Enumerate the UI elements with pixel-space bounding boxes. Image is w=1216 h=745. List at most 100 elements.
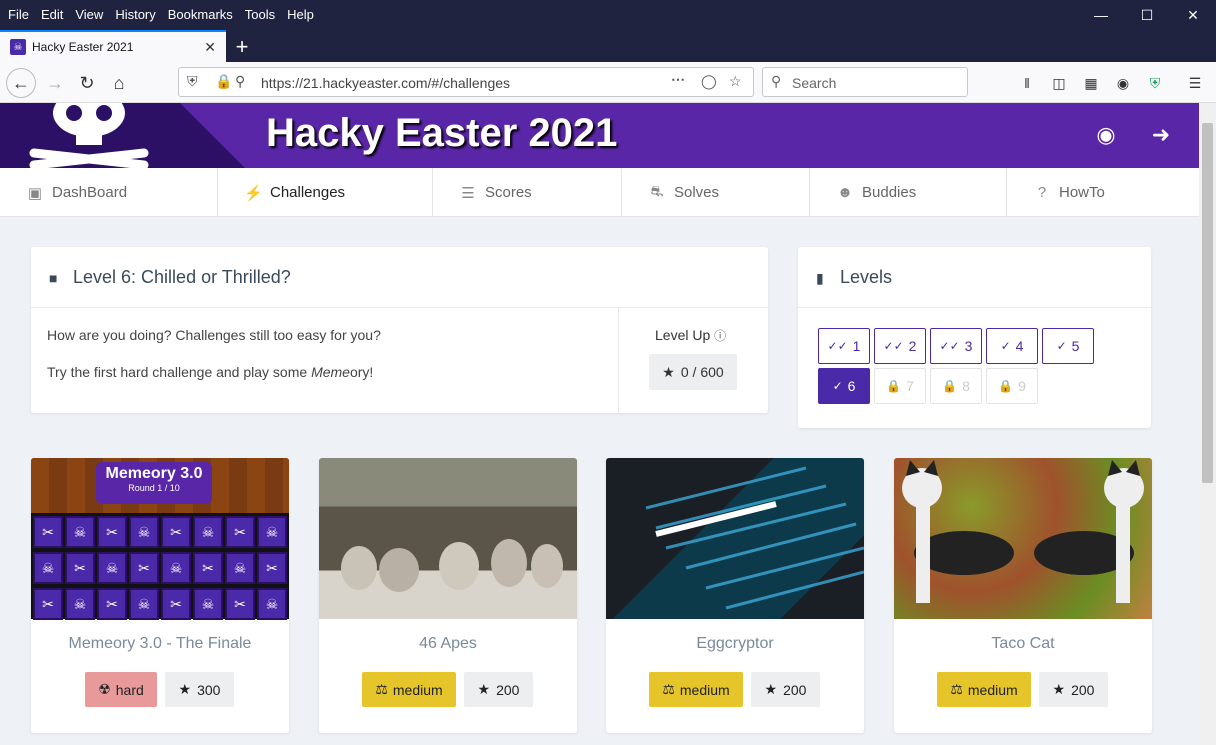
level-button-6[interactable]: ✓ 6	[818, 368, 870, 404]
points-badge: ★ 200	[751, 672, 820, 707]
menu-history[interactable]: History	[109, 4, 161, 26]
level-button-2[interactable]: ✓✓ 2	[874, 328, 926, 364]
nav-scores[interactable]: ☰ Scores	[433, 168, 622, 217]
maximize-button[interactable]: ☐	[1124, 0, 1170, 30]
bookmark-star-icon[interactable]: ☆	[729, 73, 742, 90]
info-icon[interactable]: ⓘ	[714, 329, 726, 343]
levels-card: ▮ Levels ✓✓ 1 ✓✓ 2 ✓✓ 3 ✓ 4 ✓ 5 ✓ 6 🔒 7 🔒 8 🔒 9	[798, 247, 1151, 428]
menu-help[interactable]: Help	[281, 4, 320, 26]
star-icon: ★	[764, 681, 778, 697]
close-tab-icon[interactable]: ✕	[204, 39, 216, 56]
nav-buddies[interactable]: ☻ Buddies	[810, 168, 1007, 217]
challenge-card[interactable]: Memeory 3.0 Round 1 / 10 ✂ ☠ ✂ ☠ ✂ ☠ ✂ ☠ ☠ ✂ ☠ ✂ ☠ ✂ ☠…	[31, 458, 289, 733]
menu-bookmarks[interactable]: Bookmarks	[162, 4, 239, 26]
memeory-tile: ☠	[257, 588, 287, 620]
url-bar[interactable]: ⛨ 🔒 ⚲ https://21.hackyeaster.com/#/chall…	[178, 67, 754, 97]
memeory-tile: ✂	[257, 552, 287, 584]
memeory-tile-grid: ✂ ☠ ✂ ☠ ✂ ☠ ✂ ☠ ☠ ✂ ☠ ✂ ☠ ✂ ☠ ✂ ✂ ☠ ✂ ☠ ✂ ☠ ✂ ☠	[31, 513, 289, 620]
minimize-button[interactable]: —	[1078, 0, 1124, 30]
apes-illustration	[341, 539, 563, 592]
browser-tab[interactable]: ☠ Hacky Easter 2021 ✕	[0, 30, 226, 62]
nav-howto-label: HowTo	[1059, 184, 1105, 201]
trophy-icon: ⛐	[650, 183, 664, 200]
difficulty-label: medium	[392, 681, 443, 698]
challenge-name: Eggcryptor	[696, 635, 774, 652]
difficulty-label: medium	[967, 681, 1018, 698]
pocket-icon[interactable]: ◯	[701, 73, 717, 90]
memeory-tile: ☠	[129, 588, 159, 620]
memeory-tile: ✂	[129, 552, 159, 584]
menu-file[interactable]: File	[0, 4, 35, 26]
memeory-tile: ✂	[33, 516, 63, 548]
level-button-5[interactable]: ✓ 5	[1042, 328, 1094, 364]
page-actions-icon[interactable]: ⋯	[671, 71, 685, 88]
site-banner: Hacky Easter 2021 ◉ ➜	[0, 103, 1199, 168]
level-card-divider	[618, 308, 619, 413]
memeory-logo: Memeory 3.0 Round 1 / 10	[96, 462, 212, 504]
points-label: 200	[1071, 681, 1095, 698]
banner-title: Hacky Easter 2021	[266, 111, 618, 155]
new-tab-icon[interactable]: +	[232, 34, 252, 60]
level-number: 1	[852, 338, 861, 354]
extension-shield-icon[interactable]: ⛨	[1144, 72, 1166, 94]
levelup-label-text: Level Up	[655, 327, 711, 343]
discord-icon[interactable]: ◉	[1092, 121, 1120, 149]
level-title: Level 6: Chilled or Thrilled?	[73, 266, 291, 287]
reload-icon[interactable]: ↻	[72, 68, 102, 98]
logout-icon[interactable]: ➜	[1147, 121, 1175, 149]
nav-challenges[interactable]: ⚡ Challenges	[218, 168, 433, 217]
nav-solves[interactable]: ⛐ Solves	[622, 168, 810, 217]
menu-edit[interactable]: Edit	[35, 4, 69, 26]
memeory-tile: ✂	[225, 516, 255, 548]
users-icon: ☻	[837, 184, 853, 201]
levels-title: Levels	[840, 266, 893, 287]
nav-howto[interactable]: ? HowTo	[1007, 168, 1199, 217]
points-badge: ★ 300	[165, 672, 234, 707]
difficulty-label: medium	[679, 681, 730, 698]
double-check-icon: ✓✓	[883, 339, 904, 353]
challenge-card[interactable]: Taco Cat ⚖ medium ★ 200	[894, 458, 1152, 733]
shield-icon[interactable]: ⛨	[187, 73, 198, 90]
memeory-image: Memeory 3.0 Round 1 / 10 ✂ ☠ ✂ ☠ ✂ ☠ ✂ ☠ ☠ ✂ ☠ ✂ ☠ ✂ ☠…	[31, 458, 289, 620]
containers-icon[interactable]: ▦	[1080, 72, 1102, 94]
level-button-1[interactable]: ✓✓ 1	[818, 328, 870, 364]
search-placeholder: Search	[792, 75, 837, 91]
scrollbar-thumb[interactable]	[1202, 123, 1213, 483]
challenge-card[interactable]: 46 Apes ⚖ medium ★ 200	[319, 458, 577, 733]
key-icon[interactable]: ⚲	[235, 73, 245, 90]
challenge-card[interactable]: Eggcryptor ⚖ medium ★ 200	[606, 458, 864, 733]
hamburger-menu-icon[interactable]: ☰	[1184, 72, 1206, 94]
memeory-tile: ✂	[97, 516, 127, 548]
check-icon: ✓	[1000, 339, 1011, 353]
balance-icon: ⚖	[662, 681, 675, 697]
memeory-tile: ✂	[65, 552, 95, 584]
lock-icon[interactable]: 🔒	[215, 73, 232, 90]
close-window-button[interactable]: ✕	[1170, 0, 1216, 30]
level-button-4[interactable]: ✓ 4	[986, 328, 1038, 364]
book-icon: ■	[49, 270, 58, 286]
forward-icon[interactable]: →	[40, 68, 70, 98]
skull-logo-icon	[29, 103, 149, 168]
level-number: 5	[1071, 338, 1080, 354]
level-number: 8	[962, 378, 970, 394]
check-icon: ✓	[1056, 339, 1067, 353]
library-icon[interactable]: ‖	[1016, 72, 1038, 94]
difficulty-badge: ⚖ medium	[362, 672, 456, 707]
nav-dashboard[interactable]: ▣ DashBoard	[0, 168, 218, 217]
back-icon[interactable]: ←	[6, 68, 36, 98]
level-button-3[interactable]: ✓✓ 3	[930, 328, 982, 364]
page-scrollbar[interactable]	[1199, 103, 1216, 745]
list-icon: ☰	[461, 184, 475, 202]
difficulty-badge: ⚖ medium	[649, 672, 743, 707]
menu-tools[interactable]: Tools	[239, 4, 281, 26]
tacocat-image	[894, 458, 1152, 619]
balance-icon: ⚖	[375, 681, 388, 697]
double-check-icon: ✓✓	[827, 339, 848, 353]
menu-view[interactable]: View	[69, 4, 109, 26]
home-icon[interactable]: ⌂	[104, 68, 134, 98]
url-text[interactable]: https://21.hackyeaster.com/#/challenges	[261, 75, 510, 91]
search-input[interactable]: ⚲ Search	[762, 67, 968, 97]
sidebar-icon[interactable]: ◫	[1048, 72, 1070, 94]
account-icon[interactable]: ◉	[1112, 72, 1134, 94]
memeory-tile: ✂	[193, 552, 223, 584]
